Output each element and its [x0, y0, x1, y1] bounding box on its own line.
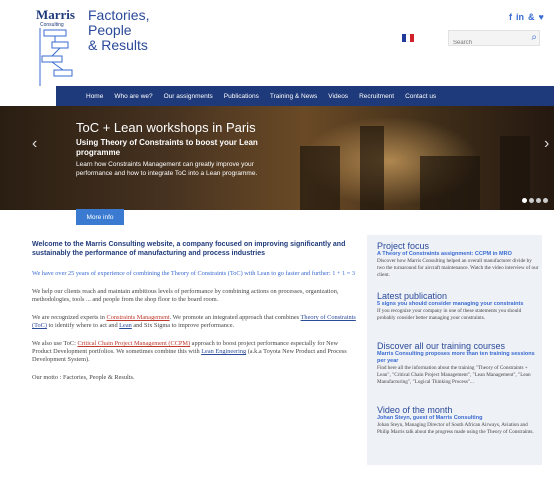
tagline: Factories, People & Results — [88, 8, 149, 53]
slider-dot[interactable] — [543, 198, 548, 203]
logo-diagram-icon — [39, 28, 73, 86]
paragraph-ccpm: We also use ToC: Critical Chain Project … — [32, 340, 357, 364]
nav-recruitment[interactable]: Recruitment — [359, 93, 394, 100]
nav-contact-us[interactable]: Contact us — [405, 93, 436, 100]
latest-publication-text: If you recognize your company in one of … — [377, 308, 522, 321]
search-icon[interactable]: ⌕ — [531, 32, 537, 44]
hero-subtitle: Using Theory of Constraints to boost you… — [76, 138, 258, 157]
text: We also use ToC: — [32, 340, 78, 347]
training-text: Find here all the information about the … — [377, 365, 531, 385]
link-lean[interactable]: Lean — [119, 322, 132, 329]
project-focus-block: Project focus A Theory of Constraints as… — [377, 241, 539, 279]
hero-machine-shape — [300, 146, 340, 210]
nav-home[interactable]: Home — [86, 93, 103, 100]
nav-our-assignments[interactable]: Our assignments — [164, 93, 213, 100]
more-info-button[interactable]: More info — [76, 209, 124, 225]
logo-word: Marris — [36, 7, 75, 22]
tagline-line-3: & Results — [88, 37, 148, 53]
paragraph-experts: We are recognized experts in Constraints… — [32, 314, 357, 330]
twitter-icon[interactable]: ♥ — [539, 12, 544, 22]
hero-title: ToC + Lean workshops in Paris — [76, 120, 256, 135]
slider-dot[interactable] — [536, 198, 541, 203]
latest-publication-link[interactable]: 5 signs you should consider managing you… — [377, 301, 539, 308]
facebook-icon[interactable]: f — [509, 12, 512, 22]
video-text: Johan Steyn, Managing Director of South … — [377, 422, 534, 435]
share-icon[interactable]: & — [528, 12, 535, 22]
hero-machine-shape — [420, 156, 480, 210]
search-input[interactable] — [449, 36, 527, 50]
text: to identify where to act and — [46, 322, 120, 329]
nav-who-are-we[interactable]: Who are we? — [114, 93, 152, 100]
link-constraints-management[interactable]: Constraints Management — [107, 314, 170, 321]
page: Marris Consulting Factories, People & Re… — [0, 0, 554, 481]
logo[interactable]: Marris Consulting — [36, 8, 82, 86]
social-links: f in & ♥ — [509, 12, 544, 22]
text: . We promote an integrated approach that… — [169, 314, 301, 321]
hero-description: Learn how Constraints Management can gre… — [76, 161, 258, 177]
latest-publication-block: Latest publication 5 signs you should co… — [377, 291, 539, 322]
project-focus-text: Discover how Marris Consulting helped an… — [377, 258, 539, 278]
video-link[interactable]: Johan Steyn, guest of Marris Consulting — [377, 415, 539, 422]
paragraph-experience: We have over 25 years of experience of c… — [32, 270, 356, 277]
training-link[interactable]: Marris Consulting proposes more than ten… — [377, 351, 539, 365]
paragraph-help: We help our clients reach and maintain a… — [32, 288, 339, 303]
main-nav: Home Who are we? Our assignments Publica… — [56, 86, 554, 106]
training-title: Discover all our training courses — [377, 341, 506, 351]
video-block: Video of the month Johan Steyn, guest of… — [377, 405, 539, 436]
hero-machine-shape — [360, 126, 384, 210]
tagline-line-1: Factories, — [88, 7, 150, 23]
sidebar: Project focus A Theory of Constraints as… — [367, 235, 542, 465]
paragraph-motto: Our motto : Factories, People & Results. — [32, 374, 135, 381]
main-content: Welcome to the Marris Consulting website… — [32, 240, 357, 392]
tagline-line-2: People — [88, 22, 132, 38]
linkedin-icon[interactable]: in — [516, 12, 524, 22]
training-block: Discover all our training courses Marris… — [377, 341, 539, 386]
intro-heading: Welcome to the Marris Consulting website… — [32, 241, 346, 257]
video-title: Video of the month — [377, 405, 453, 415]
project-focus-link[interactable]: A Theory of Constraints assignment: CCPM… — [377, 251, 539, 258]
slider-dots — [522, 198, 548, 203]
slider-dot[interactable] — [529, 198, 534, 203]
slider-next-arrow-icon[interactable]: › — [544, 135, 549, 153]
nav-videos[interactable]: Videos — [328, 93, 348, 100]
french-flag-icon[interactable] — [402, 34, 414, 42]
link-ccpm[interactable]: Critical Chain Project Management (CCPM) — [77, 340, 190, 347]
link-lean-engineering[interactable]: Lean Engineering — [201, 348, 246, 355]
header: Marris Consulting Factories, People & Re… — [0, 0, 554, 86]
nav-training-news[interactable]: Training & News — [270, 93, 317, 100]
project-focus-title: Project focus — [377, 241, 430, 251]
slider-prev-arrow-icon[interactable]: ‹ — [32, 135, 37, 153]
text: and Six Sigma to improve performance. — [131, 322, 235, 329]
slider-dot[interactable] — [522, 198, 527, 203]
text: We are recognized experts in — [32, 314, 107, 321]
latest-publication-title: Latest publication — [377, 291, 448, 301]
nav-publications[interactable]: Publications — [224, 93, 259, 100]
search-box: ⌕ — [448, 30, 540, 50]
